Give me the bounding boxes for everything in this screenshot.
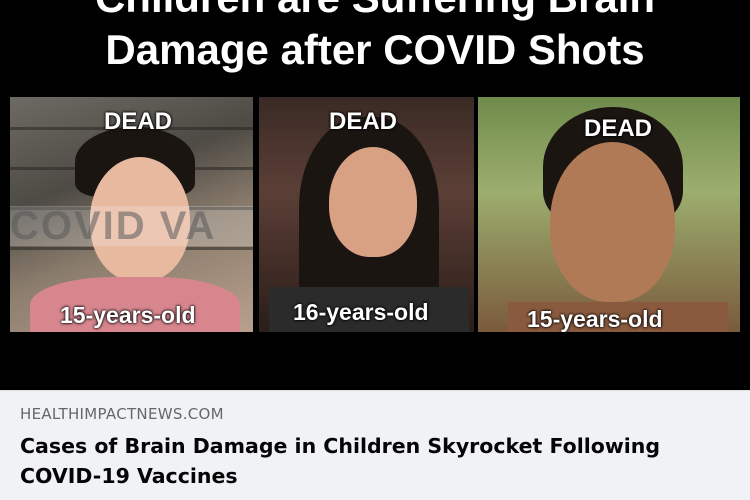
link-preview-card[interactable]: Children are Suffering Brain Damage afte…: [0, 0, 750, 500]
vaccine-watermark: COVID VA: [10, 206, 253, 246]
photo3-age-label: 15-years-old: [527, 306, 663, 332]
image-headline-line2: Damage after COVID Shots: [105, 26, 645, 73]
photo1-age-label: 15-years-old: [60, 302, 196, 328]
link-meta[interactable]: HEALTHIMPACTNEWS.COM Cases of Brain Dama…: [0, 390, 750, 500]
link-source-domain: HEALTHIMPACTNEWS.COM: [20, 405, 224, 423]
image-headline-line1: Children are Suffering Brain: [0, 0, 750, 22]
photo2-status-label: DEAD: [329, 108, 398, 135]
link-title[interactable]: Cases of Brain Damage in Children Skyroc…: [20, 431, 720, 491]
photo3-status-label: DEAD: [584, 115, 653, 142]
photo1-status-label: DEAD: [104, 108, 173, 135]
link-preview-image[interactable]: Children are Suffering Brain Damage afte…: [0, 0, 750, 390]
photo2-age-label: 16-years-old: [293, 299, 429, 325]
